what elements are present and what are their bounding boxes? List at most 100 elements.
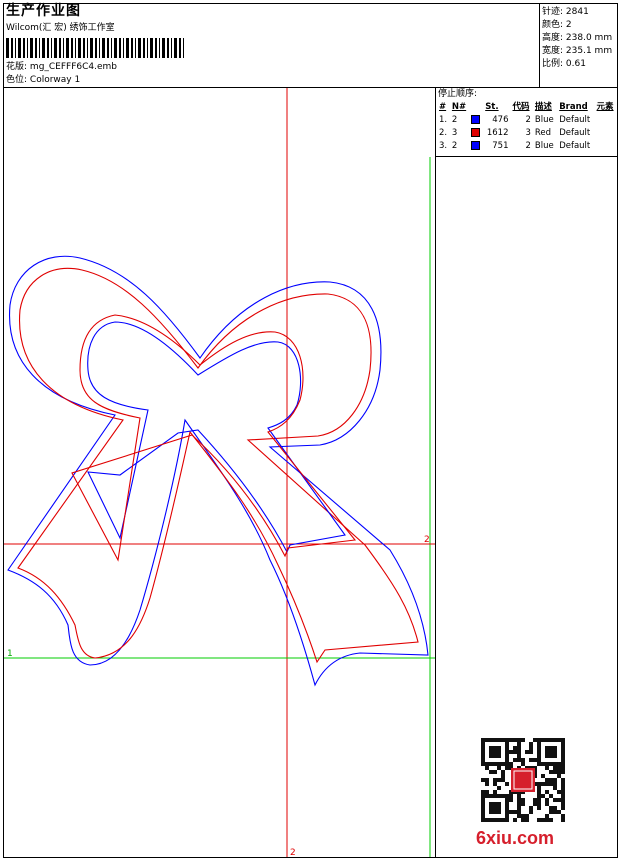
guide-label-horizontal-red: 2: [424, 535, 430, 545]
qr-module: [553, 770, 557, 774]
qr-module: [497, 818, 501, 822]
qr-module: [497, 802, 501, 806]
qr-module: [517, 742, 521, 746]
qr-module: [561, 786, 565, 790]
qr-module: [497, 778, 501, 782]
qr-module: [549, 782, 553, 786]
qr-module: [493, 770, 497, 774]
qr-module: [537, 742, 541, 746]
qr-module: [521, 802, 525, 806]
qr-module: [517, 754, 521, 758]
qr-module: [481, 738, 485, 742]
qr-module: [517, 794, 521, 798]
qr-module: [493, 794, 497, 798]
qr-module: [489, 794, 493, 798]
qr-module: [557, 766, 561, 770]
qr-module: [561, 814, 565, 818]
qr-module: [517, 750, 521, 754]
qr-module: [537, 746, 541, 750]
qr-module: [561, 742, 565, 746]
qr-module: [553, 766, 557, 770]
qr-module: [557, 762, 561, 766]
qr-module: [549, 770, 553, 774]
qr-module: [481, 742, 485, 746]
qr-module: [505, 742, 509, 746]
qr-module: [501, 794, 505, 798]
qr-module: [497, 806, 501, 810]
qr-module: [521, 762, 525, 766]
qr-module: [561, 762, 565, 766]
qr-module: [553, 750, 557, 754]
qr-module: [545, 790, 549, 794]
qr-module: [513, 818, 517, 822]
qr-module: [557, 810, 561, 814]
qr-module: [537, 786, 541, 790]
qr-module: [505, 806, 509, 810]
qr-module: [529, 758, 533, 762]
qr-module: [553, 762, 557, 766]
qr-module: [485, 738, 489, 742]
qr-module: [549, 762, 553, 766]
qr-module: [521, 818, 525, 822]
qr-module: [509, 810, 513, 814]
guide-label-vertical-red: 2: [290, 848, 296, 858]
qr-module: [529, 742, 533, 746]
qr-module: [537, 762, 541, 766]
qr-module: [545, 818, 549, 822]
qr-module: [481, 762, 485, 766]
qr-module: [553, 810, 557, 814]
qr-module: [545, 778, 549, 782]
qr-module: [537, 790, 541, 794]
qr-module: [517, 738, 521, 742]
qr-module: [541, 774, 545, 778]
qr-module: [561, 818, 565, 822]
qr-module: [561, 754, 565, 758]
qr-module: [521, 798, 525, 802]
qr-module: [493, 762, 497, 766]
qr-module: [509, 750, 513, 754]
qr-module: [505, 794, 509, 798]
qr-module: [549, 810, 553, 814]
qr-module: [561, 746, 565, 750]
qr-module: [541, 818, 545, 822]
qr-module: [485, 766, 489, 770]
qr-module: [481, 818, 485, 822]
qr-module: [561, 750, 565, 754]
qr-module: [505, 814, 509, 818]
qr-module: [525, 750, 529, 754]
qr-module: [513, 738, 517, 742]
qr-module: [549, 738, 553, 742]
qr-module: [505, 818, 509, 822]
qr-module: [537, 758, 541, 762]
qr-module: [549, 818, 553, 822]
qr-module: [553, 798, 557, 802]
qr-module: [501, 774, 505, 778]
qr-module: [521, 814, 525, 818]
qr-module: [545, 754, 549, 758]
qr-module: [513, 750, 517, 754]
qr-module: [561, 778, 565, 782]
qr-module: [545, 766, 549, 770]
qr-module: [505, 738, 509, 742]
qr-module: [493, 746, 497, 750]
qr-module: [493, 754, 497, 758]
qr-module: [545, 802, 549, 806]
qr-module: [497, 762, 501, 766]
qr-module: [489, 802, 493, 806]
qr-module: [501, 770, 505, 774]
qr-module: [529, 806, 533, 810]
qr-module: [481, 810, 485, 814]
qr-module: [497, 794, 501, 798]
qr-module: [485, 782, 489, 786]
qr-module: [517, 810, 521, 814]
bow-outline-red: [17, 268, 419, 664]
qr-module: [537, 806, 541, 810]
qr-module: [497, 738, 501, 742]
qr-module: [485, 762, 489, 766]
qr-module: [537, 738, 541, 742]
guide-label-horizontal-green: 1: [7, 649, 13, 659]
qr-module: [545, 798, 549, 802]
qr-module: [485, 818, 489, 822]
qr-module: [501, 762, 505, 766]
qr-module: [537, 754, 541, 758]
